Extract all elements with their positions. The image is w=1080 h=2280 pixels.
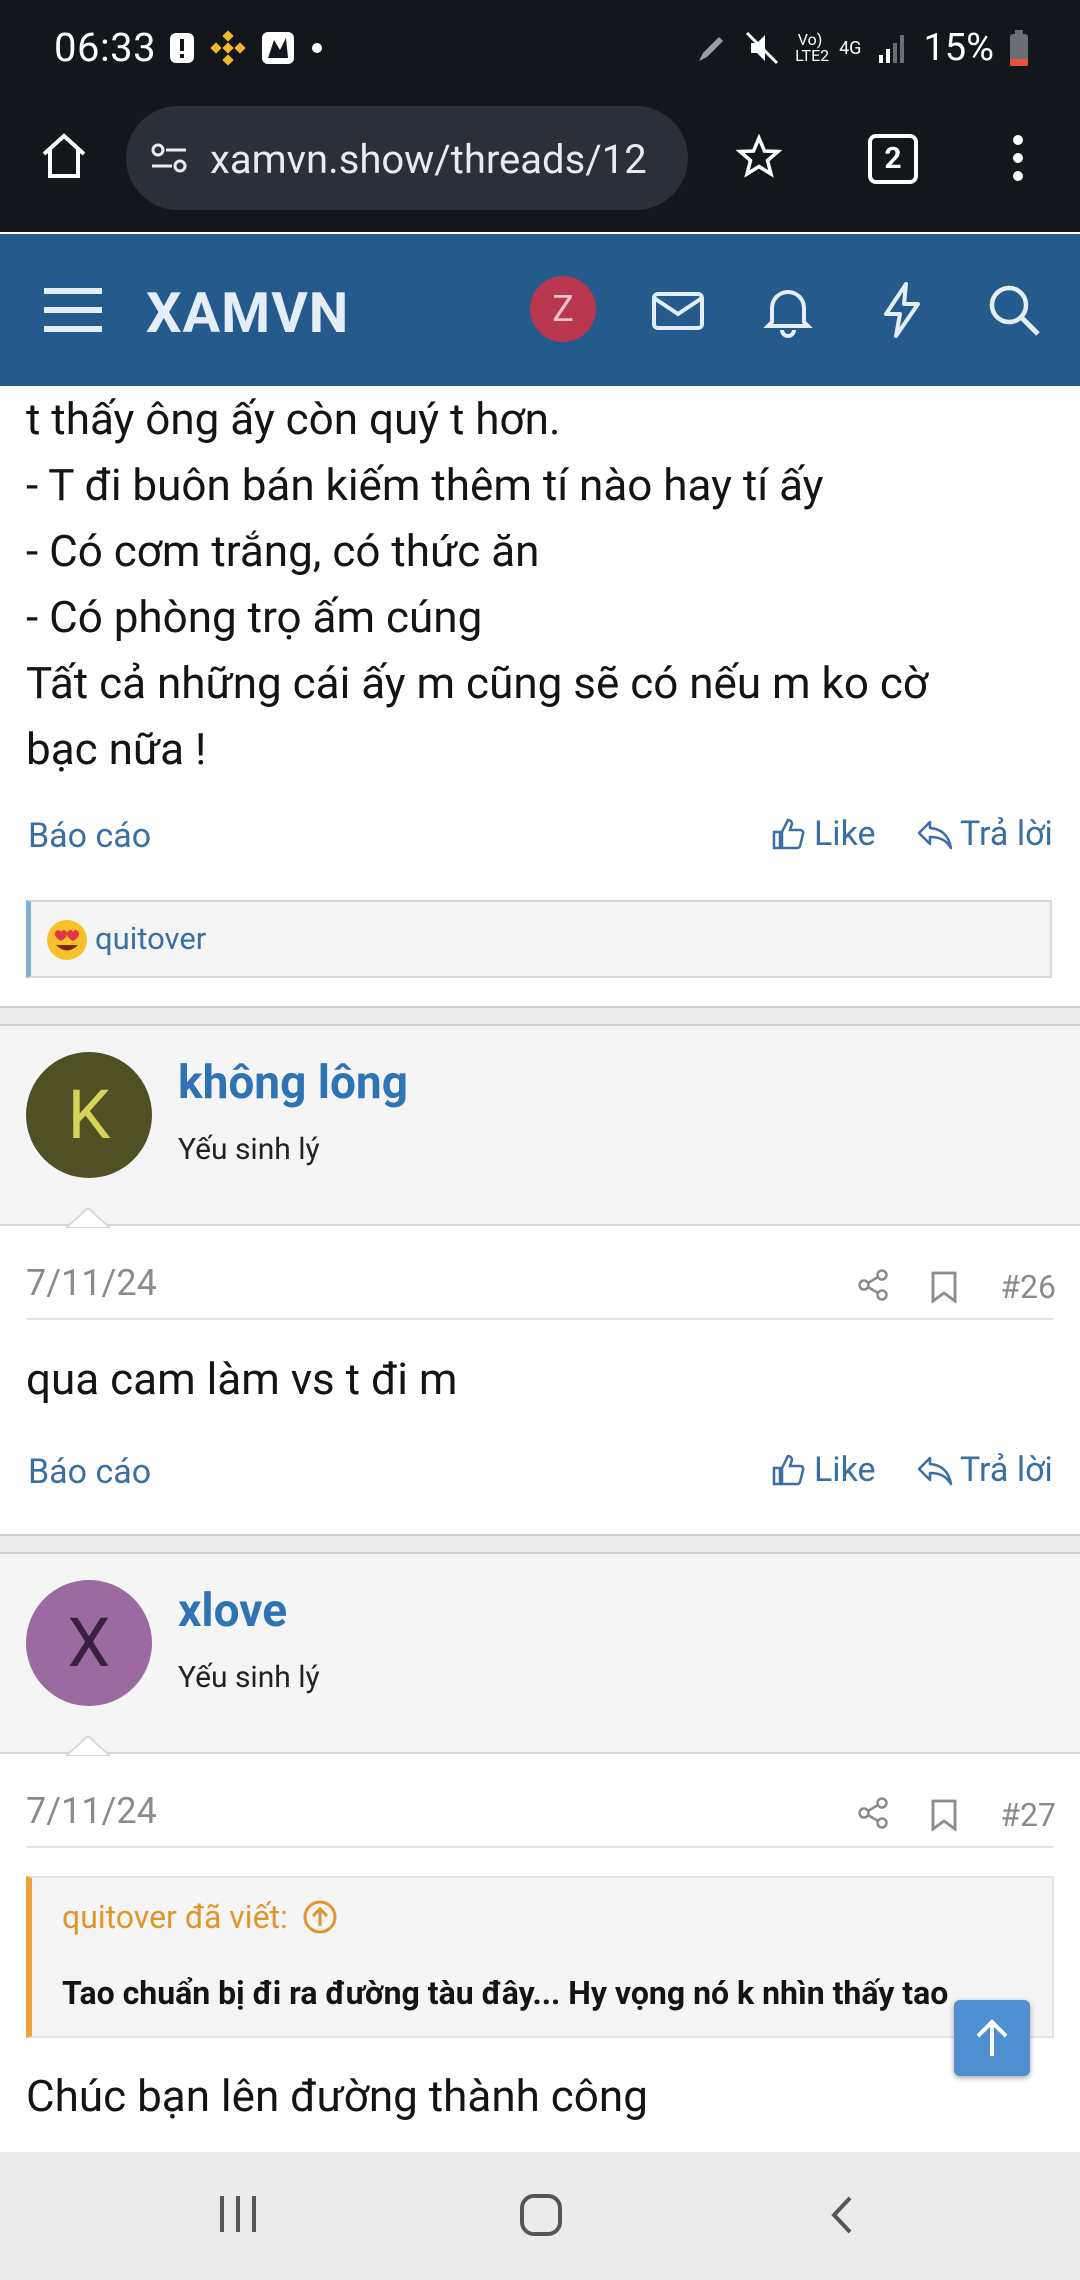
- post-line: Tất cả những cái ấy m cũng sẽ có nếu m k…: [26, 657, 929, 709]
- url-field[interactable]: xamvn.show/threads/12: [126, 106, 688, 210]
- reply-button[interactable]: Trả lời: [916, 1450, 1053, 1490]
- thumbs-up-icon: [772, 1454, 805, 1486]
- avatar[interactable]: K: [26, 1052, 152, 1178]
- bookmark-star-icon[interactable]: [736, 134, 782, 180]
- tab-count: 2: [884, 141, 902, 176]
- arrow-up-icon: [976, 2019, 1008, 2056]
- post-date[interactable]: 7/11/24: [26, 1790, 157, 1832]
- pointer-arrow: [66, 1736, 110, 1756]
- user-avatar-initial: Z: [552, 288, 574, 330]
- post-user-block: X xlove Yếu sinh lý: [0, 1552, 1080, 1756]
- like-label: Like: [814, 814, 876, 854]
- search-icon[interactable]: [984, 280, 1044, 340]
- pointer-arrow: [66, 1208, 110, 1228]
- username[interactable]: không lông: [178, 1056, 408, 1110]
- status-time: 06:33: [54, 24, 157, 71]
- home-icon[interactable]: [38, 130, 90, 182]
- quote-author: quitover đã viết:: [62, 1898, 288, 1936]
- post-body: Chúc bạn lên đường thành công: [26, 2070, 648, 2122]
- meta-divider: [26, 1318, 1054, 1320]
- jump-up-icon: [303, 1900, 337, 1934]
- site-header: XAMVN Z: [0, 234, 1080, 386]
- inbox-icon[interactable]: [648, 280, 708, 340]
- like-button[interactable]: Like: [770, 1450, 876, 1490]
- network-label: Vo) LTE2: [795, 30, 830, 65]
- report-link[interactable]: Báo cáo: [28, 1452, 151, 1492]
- post-number[interactable]: #27: [1000, 1796, 1056, 1834]
- status-bar: 06:33 Vo) LTE2 4G 15%: [0, 0, 1080, 100]
- lightning-icon[interactable]: [872, 280, 932, 340]
- post-line: - Có phòng trọ ấm cúng: [26, 591, 483, 643]
- reactions-bar[interactable]: quitover: [26, 900, 1052, 978]
- bookmark-icon[interactable]: [930, 1270, 958, 1304]
- reply-button[interactable]: Trả lời: [916, 814, 1053, 854]
- quote-header[interactable]: quitover đã viết:: [62, 1898, 338, 1936]
- post-number[interactable]: #26: [1000, 1268, 1056, 1306]
- home-nav-icon[interactable]: [518, 2192, 564, 2238]
- alert-icon: [170, 33, 194, 63]
- avatar-letter: K: [67, 1075, 111, 1155]
- battery-icon: [1010, 30, 1028, 66]
- reply-label: Trả lời: [960, 814, 1053, 854]
- post-date[interactable]: 7/11/24: [26, 1262, 157, 1304]
- reply-label: Trả lời: [960, 1450, 1053, 1490]
- post-line: - Có cơm trắng, có thức ăn: [26, 525, 540, 577]
- binance-icon: [210, 30, 246, 66]
- quote-text: Tao chuẩn bị đi ra đường tàu đây... Hy v…: [62, 1974, 949, 2012]
- post-gap: [0, 1536, 1080, 1552]
- recent-apps-icon[interactable]: [216, 2194, 260, 2234]
- username[interactable]: xlove: [178, 1584, 287, 1638]
- user-title: Yếu sinh lý: [178, 1660, 320, 1695]
- post-user-block: K không lông Yếu sinh lý: [0, 1024, 1080, 1228]
- share-icon[interactable]: [856, 1796, 890, 1830]
- user-avatar-button[interactable]: Z: [530, 276, 596, 342]
- like-button[interactable]: Like: [770, 814, 876, 854]
- quote-block: quitover đã viết: Tao chuẩn bị đi ra đườ…: [26, 1876, 1054, 2038]
- post-line: t thấy ông ấy còn quý t hơn.: [26, 393, 561, 445]
- site-logo[interactable]: XAMVN: [146, 280, 349, 346]
- heart-eyes-emoji-icon: [47, 920, 87, 960]
- post-line: bạc nữa !: [26, 723, 207, 775]
- more-menu-icon[interactable]: [1006, 134, 1030, 182]
- bookmark-icon[interactable]: [930, 1798, 958, 1832]
- system-nav-bar: [0, 2152, 1080, 2280]
- signal-icon: [879, 35, 905, 63]
- back-nav-icon[interactable]: [826, 2194, 856, 2236]
- mute-icon: [746, 31, 779, 65]
- like-label: Like: [814, 1450, 876, 1490]
- site-settings-icon[interactable]: [148, 138, 192, 178]
- post-line: - T đi buôn bán kiếm thêm tí nào hay tí …: [26, 459, 824, 511]
- meta-divider: [26, 1846, 1054, 1848]
- reply-icon: [917, 1456, 953, 1486]
- user-title: Yếu sinh lý: [178, 1132, 320, 1167]
- browser-toolbar: xamvn.show/threads/12 2: [0, 100, 1080, 232]
- tab-switcher-button[interactable]: 2: [868, 134, 918, 184]
- report-link[interactable]: Báo cáo: [28, 816, 151, 856]
- scroll-to-top-button[interactable]: [954, 2000, 1030, 2076]
- thumbs-up-icon: [772, 818, 805, 850]
- avatar[interactable]: X: [26, 1580, 152, 1706]
- reaction-user[interactable]: quitover: [95, 920, 206, 957]
- battery-percent: 15%: [923, 26, 994, 70]
- dot-icon: [312, 43, 322, 53]
- avatar-letter: X: [67, 1603, 111, 1683]
- bell-icon[interactable]: [758, 280, 818, 340]
- reply-icon: [917, 820, 953, 850]
- app-icon: [262, 32, 294, 64]
- post-gap: [0, 1008, 1080, 1024]
- url-text: xamvn.show/threads/12: [210, 136, 647, 183]
- hamburger-menu-icon[interactable]: [44, 286, 102, 334]
- post-body: qua cam làm vs t đi m: [26, 1353, 458, 1405]
- pen-icon: [699, 37, 724, 61]
- share-icon[interactable]: [856, 1268, 890, 1302]
- network-type: 4G: [839, 37, 862, 59]
